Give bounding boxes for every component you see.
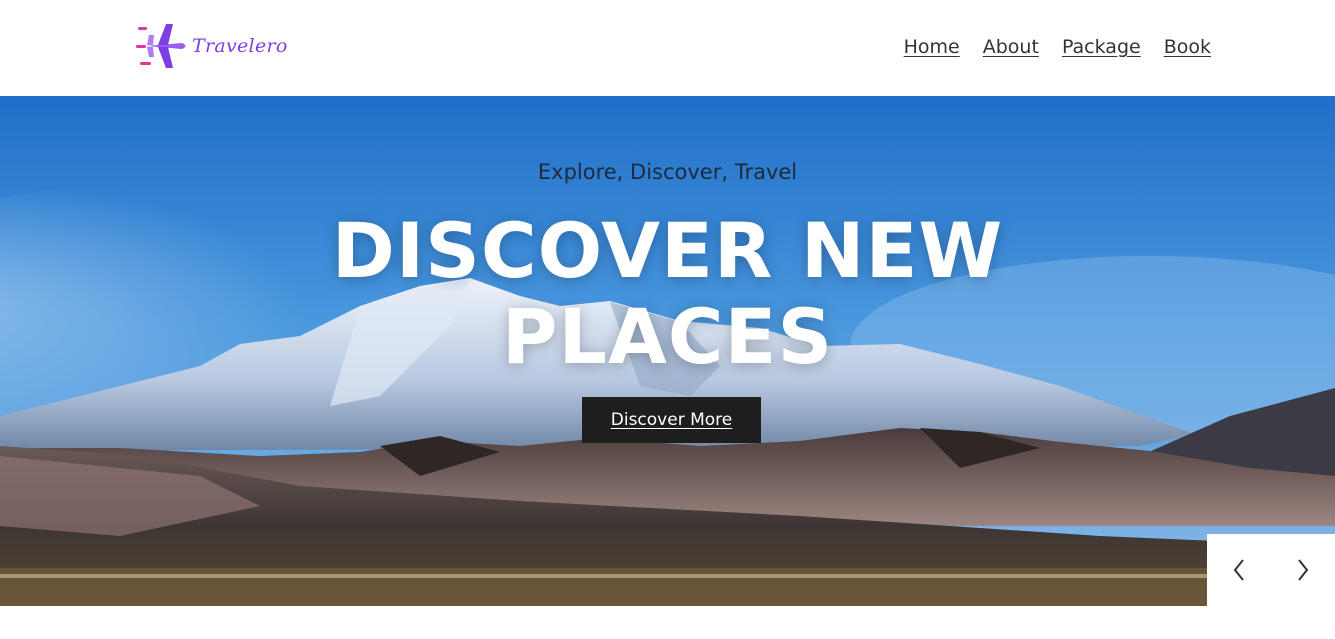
slider-next-button[interactable] [1271, 534, 1335, 606]
discover-more-button[interactable]: Discover More [582, 397, 761, 443]
nav-package-link[interactable]: Package [1062, 36, 1141, 58]
logo-text: Travelero [192, 35, 288, 57]
nav-book-link[interactable]: Book [1164, 36, 1211, 58]
hero-title-line-2: PLACES [501, 292, 834, 381]
logo[interactable]: Travelero [136, 22, 288, 70]
chevron-right-icon [1298, 559, 1309, 581]
hero-subtitle: Explore, Discover, Travel [537, 160, 798, 184]
site-header: Travelero Home About Package Book [0, 0, 1335, 96]
hero-section: Explore, Discover, Travel DISCOVER NEW P… [0, 96, 1335, 606]
slider-controls [1207, 534, 1335, 606]
slider-prev-button[interactable] [1207, 534, 1271, 606]
nav-about-link[interactable]: About [983, 36, 1039, 58]
chevron-left-icon [1233, 559, 1244, 581]
airplane-icon [136, 24, 186, 68]
main-nav: Home About Package Book [904, 36, 1211, 58]
hero-title: DISCOVER NEW PLACES [0, 208, 1335, 380]
hero-title-line-1: DISCOVER NEW [331, 206, 1004, 295]
nav-home-link[interactable]: Home [904, 36, 960, 58]
